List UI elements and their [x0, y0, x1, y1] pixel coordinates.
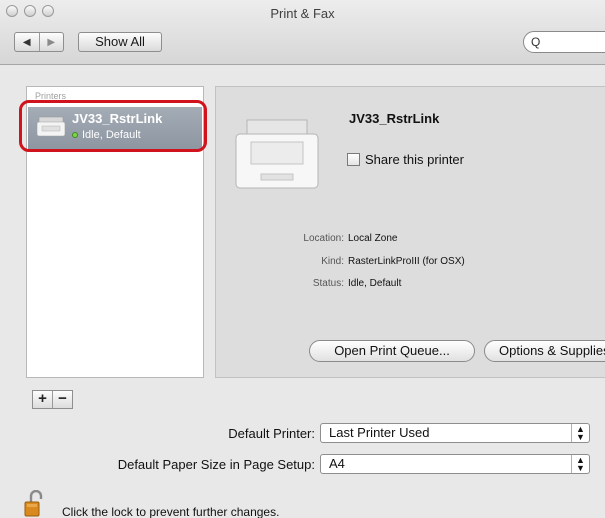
status-label: Status:: [312, 278, 344, 289]
detail-printer-name: JV33_RstrLink: [349, 111, 440, 126]
share-printer-checkbox[interactable]: Share this printer: [347, 152, 464, 167]
window-title: Print & Fax: [270, 6, 335, 21]
location-label: Location:: [303, 233, 344, 244]
checkbox[interactable]: [347, 153, 360, 166]
search-icon: Q: [531, 35, 541, 49]
navigation-buttons: ◀ ▶: [14, 32, 64, 52]
kind-value: RasterLinkProIII (for OSX): [348, 256, 465, 267]
lock-message: Click the lock to prevent further change…: [62, 505, 280, 518]
remove-printer-button[interactable]: −: [53, 391, 72, 408]
paper-size-select[interactable]: A4 ▲ ▼: [320, 454, 590, 474]
paper-size-label: Default Paper Size in Page Setup:: [117, 457, 315, 472]
forward-button[interactable]: ▶: [40, 33, 64, 51]
lock-icon[interactable]: [24, 490, 46, 518]
default-printer-label: Default Printer:: [228, 426, 315, 441]
share-printer-label: Share this printer: [365, 152, 464, 167]
toolbar: Print & Fax ◀ ▶ Show All Q: [0, 0, 605, 65]
left-arrow-icon: ◀: [22, 36, 31, 48]
add-printer-button[interactable]: +: [33, 391, 53, 408]
status-value: Idle, Default: [348, 278, 402, 289]
back-button[interactable]: ◀: [15, 33, 40, 51]
location-value: Local Zone: [348, 233, 398, 244]
printer-icon: [235, 119, 319, 189]
paper-size-value: A4: [329, 456, 345, 471]
chevron-updown-icon: ▲ ▼: [571, 424, 589, 442]
print-fax-window: Print & Fax ◀ ▶ Show All Q Printers JV33…: [0, 0, 605, 518]
search-input[interactable]: Q: [523, 31, 605, 53]
options-supplies-button[interactable]: Options & Supplies...: [484, 340, 605, 362]
right-arrow-icon: ▶: [47, 36, 56, 48]
open-print-queue-button[interactable]: Open Print Queue...: [309, 340, 475, 362]
chevron-updown-icon: ▲ ▼: [571, 455, 589, 473]
show-all-button[interactable]: Show All: [78, 32, 162, 52]
add-remove-controls: + −: [32, 390, 73, 409]
selection-highlight-annotation: [19, 100, 207, 152]
default-printer-select[interactable]: Last Printer Used ▲ ▼: [320, 423, 590, 443]
kind-label: Kind:: [321, 256, 344, 267]
default-printer-value: Last Printer Used: [329, 425, 430, 440]
